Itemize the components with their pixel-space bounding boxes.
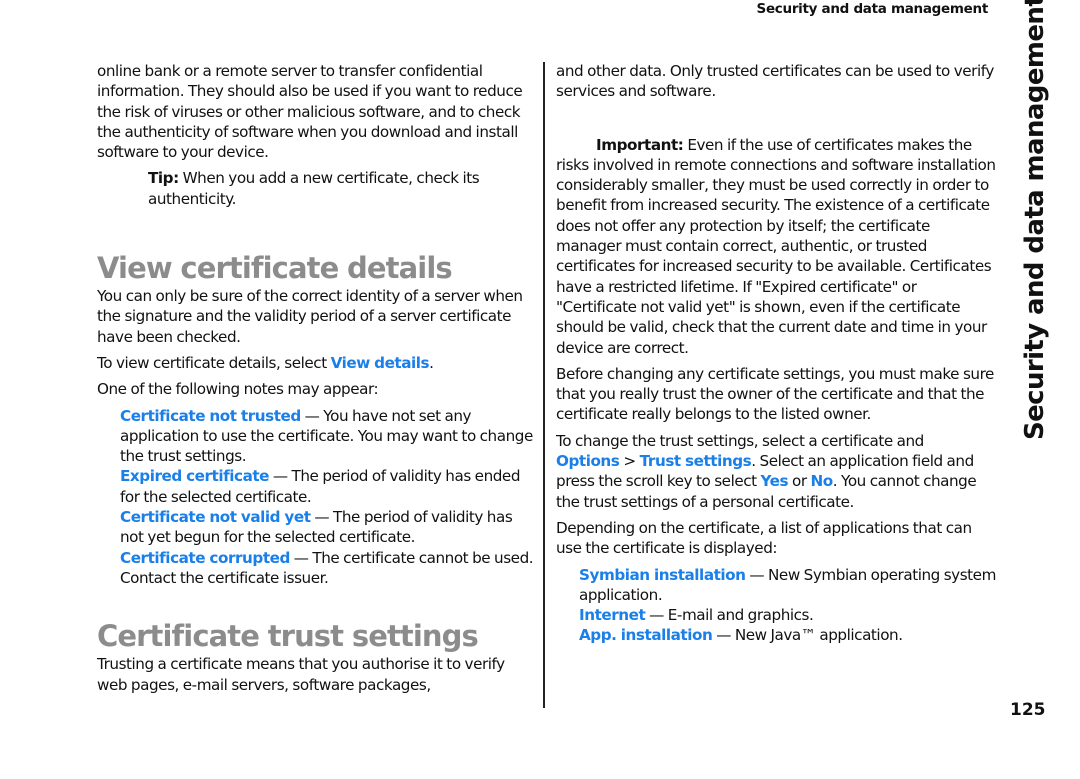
notes-intro: One of the following notes may appear: xyxy=(97,380,379,399)
note-item: Expired certificate — The period of vali… xyxy=(120,466,537,507)
yes-option[interactable]: Yes xyxy=(761,472,789,490)
before-changing-paragraph: Before changing any certificate settings… xyxy=(556,364,994,424)
note-term-not-trusted[interactable]: Certificate not trusted xyxy=(120,407,301,425)
important-note: Important: Even if the use of certificat… xyxy=(556,135,996,358)
left-column: online bank or a remote server to transf… xyxy=(97,61,537,695)
view-details-instruction: To view certificate details, select View… xyxy=(97,353,537,373)
note-term-expired[interactable]: Expired certificate xyxy=(120,467,269,485)
identity-paragraph: You can only be sure of the correct iden… xyxy=(97,287,523,346)
tip-text: When you add a new certificate, check it… xyxy=(148,169,480,208)
trust-paragraph: Trusting a certificate means that you au… xyxy=(97,655,505,694)
note-item: Certificate not trusted — You have not s… xyxy=(120,406,537,467)
app-term-internet[interactable]: Internet xyxy=(579,606,646,624)
options-link[interactable]: Options xyxy=(556,452,620,470)
important-text: Even if the use of certificates makes th… xyxy=(556,135,996,357)
or-text: or xyxy=(788,472,811,491)
trust-settings-link[interactable]: Trust settings xyxy=(640,452,752,470)
right-column: and other data. Only trusted certificate… xyxy=(556,61,996,646)
app-item: App. installation — New Java™ applicatio… xyxy=(579,625,996,645)
app-term-app-installation[interactable]: App. installation xyxy=(579,626,713,644)
instruction-prefix: To view certificate details, select xyxy=(97,353,331,372)
note-item: Certificate corrupted — The certificate … xyxy=(120,548,537,589)
heading-certificate-trust-settings: Certificate trust settings xyxy=(97,619,479,654)
menu-separator: > xyxy=(623,452,636,471)
running-header: Security and data management xyxy=(756,1,989,17)
column-divider xyxy=(543,62,545,708)
app-desc: — New Java™ application. xyxy=(712,626,903,645)
app-term-symbian-installation[interactable]: Symbian installation xyxy=(579,566,746,584)
note-term-not-valid-yet[interactable]: Certificate not valid yet xyxy=(120,508,311,526)
depending-paragraph: Depending on the certificate, a list of … xyxy=(556,518,972,558)
tip-label: Tip: xyxy=(148,169,179,188)
change-trust-paragraph: To change the trust settings, select a c… xyxy=(556,431,996,512)
intro-paragraph: online bank or a remote server to transf… xyxy=(97,62,523,162)
change-trust-prefix: To change the trust settings, select a c… xyxy=(556,431,924,450)
applications-list: Symbian installation — New Symbian opera… xyxy=(556,565,996,646)
view-details-link[interactable]: View details xyxy=(331,354,430,372)
note-term-corrupted[interactable]: Certificate corrupted xyxy=(120,549,290,567)
app-item: Internet — E-mail and graphics. xyxy=(579,605,996,625)
tip-note: Tip: When you add a new certificate, che… xyxy=(97,168,537,209)
app-item: Symbian installation — New Symbian opera… xyxy=(579,565,996,606)
notes-list: Certificate not trusted — You have not s… xyxy=(97,406,537,589)
no-option[interactable]: No xyxy=(811,472,834,490)
continuation-paragraph: and other data. Only trusted certificate… xyxy=(556,62,994,101)
page-number: 125 xyxy=(1010,700,1046,720)
chapter-side-tab: Security and data management xyxy=(1020,0,1050,440)
note-item: Certificate not valid yet — The period o… xyxy=(120,507,537,548)
app-desc: — E-mail and graphics. xyxy=(645,606,814,625)
important-label: Important: xyxy=(596,135,684,154)
heading-view-certificate-details: View certificate details xyxy=(97,251,453,286)
instruction-suffix: . xyxy=(429,353,434,372)
